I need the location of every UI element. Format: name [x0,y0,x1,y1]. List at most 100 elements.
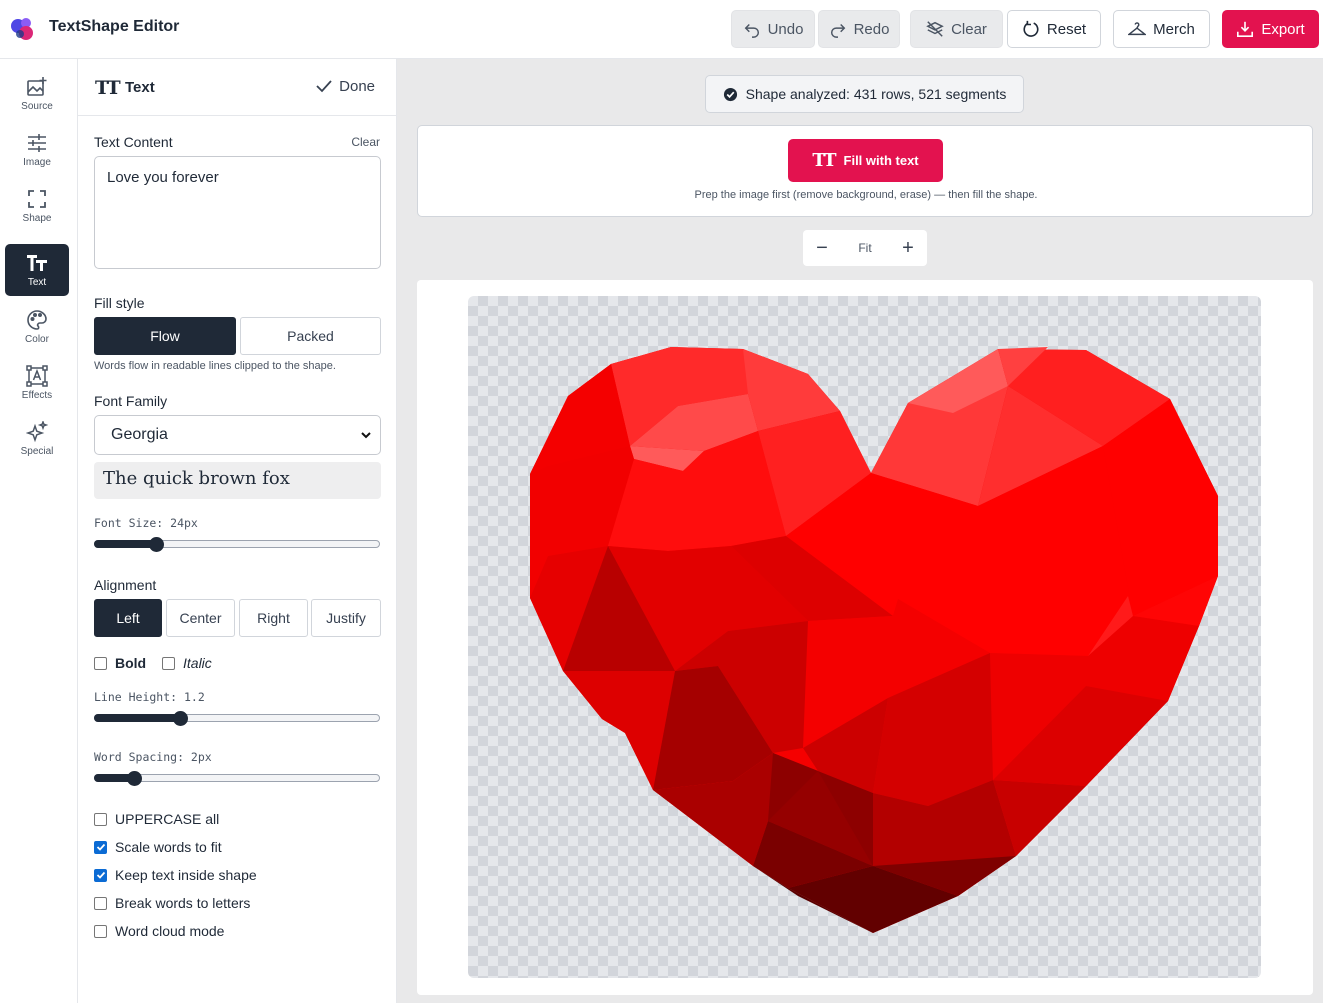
checkbox-box [94,868,107,882]
italic-checkbox[interactable]: Italic [162,655,212,671]
font-family-select[interactable]: Georgia [94,415,381,455]
clear-text-link[interactable]: Clear [351,135,380,149]
rail-label-text: Text [27,277,47,288]
redo-icon [830,23,845,38]
done-label: Done [339,77,375,95]
app-header: TextShape Editor Undo Redo Clear Reset M… [0,0,1323,59]
zoom-fit-button[interactable]: Fit [858,241,871,255]
rail-item-color[interactable]: Color [5,301,69,353]
fill-with-text-label: Fill with text [843,153,919,168]
checkbox-box [94,840,107,854]
undo-label: Undo [767,20,804,38]
bold-checkbox[interactable]: Bold [94,655,146,671]
font-family-value: Georgia [111,426,168,443]
italic-label: Italic [183,655,212,671]
check-circle-icon [723,87,737,101]
canvas-card [417,280,1313,995]
break-letters-checkbox[interactable]: Break words to letters [94,895,250,911]
zoom-controls: − Fit + [803,230,927,266]
fill-style-label: Fill style [94,295,145,311]
font-size-slider[interactable] [94,535,381,553]
reset-icon [1023,20,1039,37]
align-justify-button[interactable]: Justify [311,599,381,637]
text-box-icon [26,365,48,387]
keep-inside-checkbox[interactable]: Keep text inside shape [94,867,257,883]
image-add-icon [27,77,47,96]
slider-fill [94,714,181,722]
export-button[interactable]: Export [1222,10,1319,48]
tool-rail: Source Image Shape Text Color Effects Sp… [0,59,78,1003]
word-cloud-label: Word cloud mode [115,923,225,939]
line-height-label: Line Height: 1.2 [94,690,205,704]
rail-item-text[interactable]: Text [5,244,69,296]
sliders-icon [28,134,46,152]
zoom-out-button[interactable]: − [813,238,831,258]
slider-thumb[interactable] [126,771,142,786]
download-icon [1237,21,1254,38]
rail-item-shape[interactable]: Shape [5,180,69,232]
text-tt-icon: TT [95,77,121,99]
font-family-label: Font Family [94,393,168,409]
text-content-input[interactable]: Love you forever [94,156,381,269]
align-center-button[interactable]: Center [166,599,235,637]
checkbox-box [94,812,107,826]
heart-image [530,347,1218,933]
merch-button[interactable]: Merch [1113,10,1210,48]
redo-button[interactable]: Redo [818,10,900,48]
sparkles-icon [26,421,48,443]
rail-item-special[interactable]: Special [5,413,69,465]
zoom-in-button[interactable]: + [899,238,917,258]
checkbox-box [162,656,175,670]
reset-button[interactable]: Reset [1007,10,1101,48]
checkbox-box [94,896,107,910]
rail-item-effects[interactable]: Effects [5,357,69,409]
hanger-icon [1128,22,1147,36]
text-tt-icon: TT [812,150,836,171]
rail-item-image[interactable]: Image [5,124,69,176]
fill-style-help: Words flow in readable lines clipped to … [94,360,336,372]
chevron-down-icon [361,432,371,439]
text-content-label: Text Content [94,134,173,150]
panel-title: Text [125,79,155,96]
rail-item-source[interactable]: Source [5,68,69,120]
fill-style-packed-button[interactable]: Packed [240,317,381,355]
slider-fill [94,540,156,548]
app-logo-icon [11,18,33,40]
text-tt-icon [27,255,47,271]
align-right-button[interactable]: Right [239,599,308,637]
uppercase-label: UPPERCASE all [115,811,220,827]
fill-style-flow-button[interactable]: Flow [94,317,236,355]
keep-inside-label: Keep text inside shape [115,867,257,883]
rail-label-special: Special [20,446,54,457]
rail-label-color: Color [25,334,49,345]
uppercase-checkbox[interactable]: UPPERCASE all [94,811,219,827]
line-height-slider[interactable] [94,709,381,727]
palette-icon [27,310,47,330]
slider-thumb[interactable] [148,537,164,552]
undo-icon [744,23,759,38]
clear-button[interactable]: Clear [910,10,1003,48]
check-icon [316,80,332,93]
alignment-label: Alignment [94,577,157,593]
editor-canvas[interactable] [468,296,1261,978]
done-button[interactable]: Done [315,77,375,95]
fill-with-text-button[interactable]: TT Fill with text [788,139,943,182]
rail-label-source: Source [21,101,53,112]
word-spacing-slider[interactable] [94,769,381,787]
align-left-button[interactable]: Left [94,599,162,637]
app-title: TextShape Editor [49,18,180,35]
clear-layers-icon [926,21,944,37]
word-spacing-label: Word Spacing: 2px [94,750,212,764]
break-letters-label: Break words to letters [115,895,251,911]
checkbox-box [94,656,107,670]
scale-words-checkbox[interactable]: Scale words to fit [94,839,222,855]
font-preview: The quick brown fox [94,462,381,499]
panel-header: TT Text Done [78,59,397,116]
word-cloud-checkbox[interactable]: Word cloud mode [94,923,224,939]
checkbox-box [94,924,107,938]
clear-label: Clear [951,20,987,38]
undo-button[interactable]: Undo [731,10,815,48]
export-label: Export [1261,20,1305,38]
redo-label: Redo [853,20,890,38]
slider-thumb[interactable] [172,711,188,726]
